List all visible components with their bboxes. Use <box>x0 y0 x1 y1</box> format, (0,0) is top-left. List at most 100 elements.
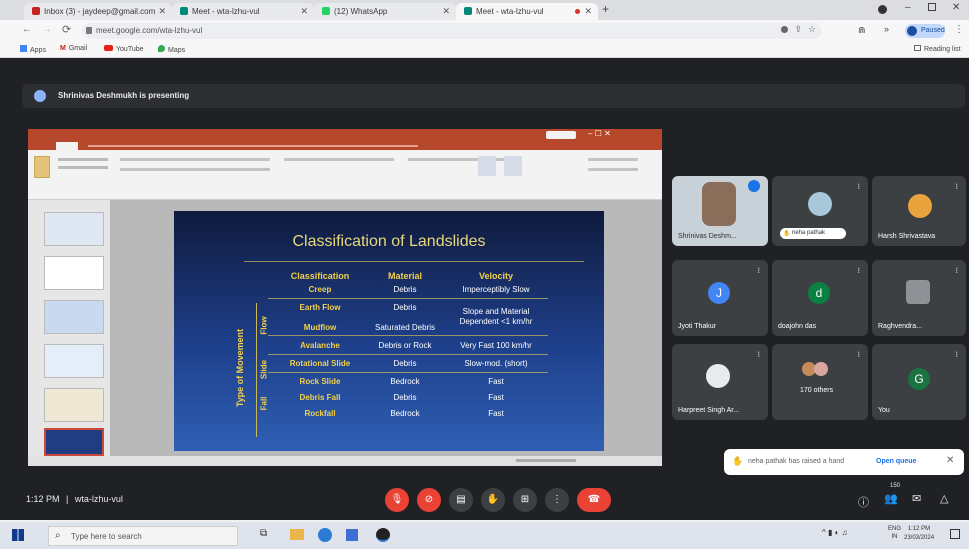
share-icon[interactable]: ⇪ <box>794 24 802 35</box>
row-material: Debris <box>393 393 417 402</box>
system-tray-icons[interactable]: ^ ▮ ◐ ♫ <box>822 528 848 537</box>
leave-call-button[interactable]: ☎ <box>577 488 611 512</box>
participant-name: You <box>878 407 890 414</box>
paste-icon <box>34 156 50 178</box>
close-toast-icon[interactable]: ✕ <box>946 455 954 466</box>
participant-video <box>702 182 736 226</box>
bookmark-star-icon[interactable]: ☆ <box>808 24 816 35</box>
more-extensions-icon[interactable]: » <box>884 24 889 34</box>
edge-icon[interactable] <box>318 528 332 542</box>
camera-off-button[interactable]: ⊘ <box>417 488 441 512</box>
row-velocity: Very Fast 100 km/hr <box>460 341 532 350</box>
tab-search-icon[interactable] <box>878 5 887 14</box>
close-window-icon[interactable]: ✕ <box>952 2 960 13</box>
browser-tab-active[interactable]: Meet - wta-lzhu-vul ✕ <box>456 3 598 20</box>
minimize-icon[interactable]: – <box>905 2 911 13</box>
lang-code: ENG <box>888 526 902 532</box>
participant-tile[interactable]: ⁝ Raghvendra... <box>872 260 966 336</box>
activities-icon[interactable]: △ <box>940 492 948 505</box>
task-view-icon[interactable]: ⧉ <box>260 528 267 539</box>
participant-tile[interactable]: ⁝ d doajohn das <box>772 260 868 336</box>
participant-avatar <box>908 194 932 218</box>
forward-icon[interactable]: → <box>42 24 52 35</box>
profile-button[interactable]: Paused <box>905 24 945 38</box>
ppt-window-controls-icon: – ☐ ✕ <box>588 129 611 138</box>
ppt-tab-labels <box>88 145 418 147</box>
meeting-details-icon[interactable]: ⓘ <box>858 494 869 510</box>
microphone-off-button[interactable]: 🎙 <box>385 488 409 512</box>
bookmark-apps[interactable]: Apps <box>20 45 46 54</box>
row-classification: Avalanche <box>300 341 340 350</box>
participant-tile[interactable]: ⁝ Harsh Shrivastava <box>872 176 966 246</box>
url-bar[interactable]: meet.google.com/wta-lzhu-vul ⇪ ☆ <box>82 23 822 39</box>
participant-name: 170 others <box>800 387 834 394</box>
side-label-container: Type of Movement <box>230 307 252 439</box>
participant-tile[interactable]: ⁝ Harpreet Singh Ar... <box>672 344 768 420</box>
chat-icon[interactable]: ✉ <box>912 492 921 505</box>
group-fall-label: Fall <box>259 396 269 411</box>
participant-tile[interactable]: ⁝ ✋ neha pathak <box>772 176 868 246</box>
meeting-code: wta-lzhu-vul <box>74 494 123 504</box>
bookmark-gmail[interactable]: M Gmail <box>60 45 87 52</box>
notifications-icon[interactable] <box>950 529 960 539</box>
slide-title: Classification of Landslides <box>292 233 486 250</box>
open-queue-button[interactable]: Open queue <box>876 458 916 465</box>
people-icon[interactable]: 👥 <box>884 492 898 505</box>
chrome-icon[interactable] <box>376 528 390 542</box>
row-material: Debris <box>393 285 417 294</box>
reading-list-button[interactable]: Reading list <box>914 45 961 53</box>
row-material: Debris or Rock <box>378 341 432 350</box>
row-classification: Rock Slide <box>299 377 341 386</box>
maximize-icon[interactable] <box>928 3 936 11</box>
close-tab-icon[interactable]: ✕ <box>442 6 450 17</box>
row-divider <box>268 335 548 336</box>
participant-tile-self[interactable]: ⁝ G You <box>872 344 966 420</box>
row-material: Debris <box>393 359 417 368</box>
windows-start-icon[interactable] <box>12 529 24 541</box>
search-placeholder: Type here to search <box>71 532 142 541</box>
extensions-icon[interactable]: ⋒ <box>858 25 866 36</box>
reload-icon[interactable]: ⟳ <box>62 23 71 36</box>
profile-status: Paused <box>921 27 945 34</box>
captions-button[interactable]: ▤ <box>449 488 473 512</box>
browser-tab[interactable]: (12) WhatsApp ✕ <box>314 3 456 20</box>
participant-avatar: d <box>808 282 830 304</box>
browser-menu-icon[interactable]: ⋮ <box>954 24 964 35</box>
store-icon[interactable] <box>346 529 358 541</box>
mic-muted-icon: ⁝ <box>857 182 860 191</box>
url-text: meet.google.com/wta-lzhu-vul <box>96 26 203 35</box>
ribbon-group <box>120 158 270 161</box>
camera-indicator-icon[interactable] <box>781 26 788 33</box>
ppt-title-bar: – ☐ ✕ <box>28 129 662 141</box>
zoom-slider <box>516 459 576 462</box>
ribbon-group <box>120 168 270 171</box>
present-button[interactable]: ⊞ <box>513 488 537 512</box>
taskbar-clock[interactable]: 1:12 PM 23/03/2024 <box>904 525 934 543</box>
raise-hand-button[interactable]: ✋ <box>481 488 505 512</box>
browser-tab[interactable]: Inbox (3) - jaydeep@gmail.com ✕ <box>24 3 172 20</box>
participant-tile-presenter[interactable]: Shrinivas Deshm... <box>672 176 768 246</box>
bookmarks-bar: Apps M Gmail YouTube Maps Reading list <box>0 42 969 58</box>
input-language[interactable]: ENG IN <box>888 525 901 541</box>
file-explorer-icon[interactable] <box>290 529 304 540</box>
browser-tab[interactable]: Meet - wta-lzhu-vul ✕ <box>172 3 314 20</box>
close-tab-icon[interactable]: ✕ <box>584 6 592 17</box>
more-options-button[interactable]: ⋮ <box>545 488 569 512</box>
row-classification: Rockfall <box>304 409 336 418</box>
meeting-controls-bar: 1:12 PM | wta-lzhu-vul 🎙 ⊘ ▤ ✋ ⊞ ⋮ ☎ ⓘ 👥… <box>0 480 969 520</box>
bookmark-youtube[interactable]: YouTube <box>104 45 144 53</box>
participant-name: Jyoti Thakur <box>678 323 716 330</box>
browser-tab-bar: Inbox (3) - jaydeep@gmail.com ✕ Meet - wt… <box>0 0 969 20</box>
participant-tile[interactable]: ⁝ J Jyoti Thakur <box>672 260 768 336</box>
taskbar-search[interactable]: ⌕ Type here to search <box>48 526 238 546</box>
gmail-icon <box>32 7 40 15</box>
row-material: Bedrock <box>390 409 420 418</box>
close-tab-icon[interactable]: ✕ <box>158 6 166 17</box>
group-flow-label: Flow <box>259 316 269 335</box>
row-velocity: Slow-mod. (short) <box>464 359 528 368</box>
back-icon[interactable]: ← <box>22 24 32 35</box>
close-tab-icon[interactable]: ✕ <box>300 6 308 17</box>
participant-tile[interactable]: ⁝ 170 others <box>772 344 868 420</box>
new-tab-button[interactable]: + <box>602 2 609 16</box>
bookmark-maps[interactable]: Maps <box>158 45 185 54</box>
